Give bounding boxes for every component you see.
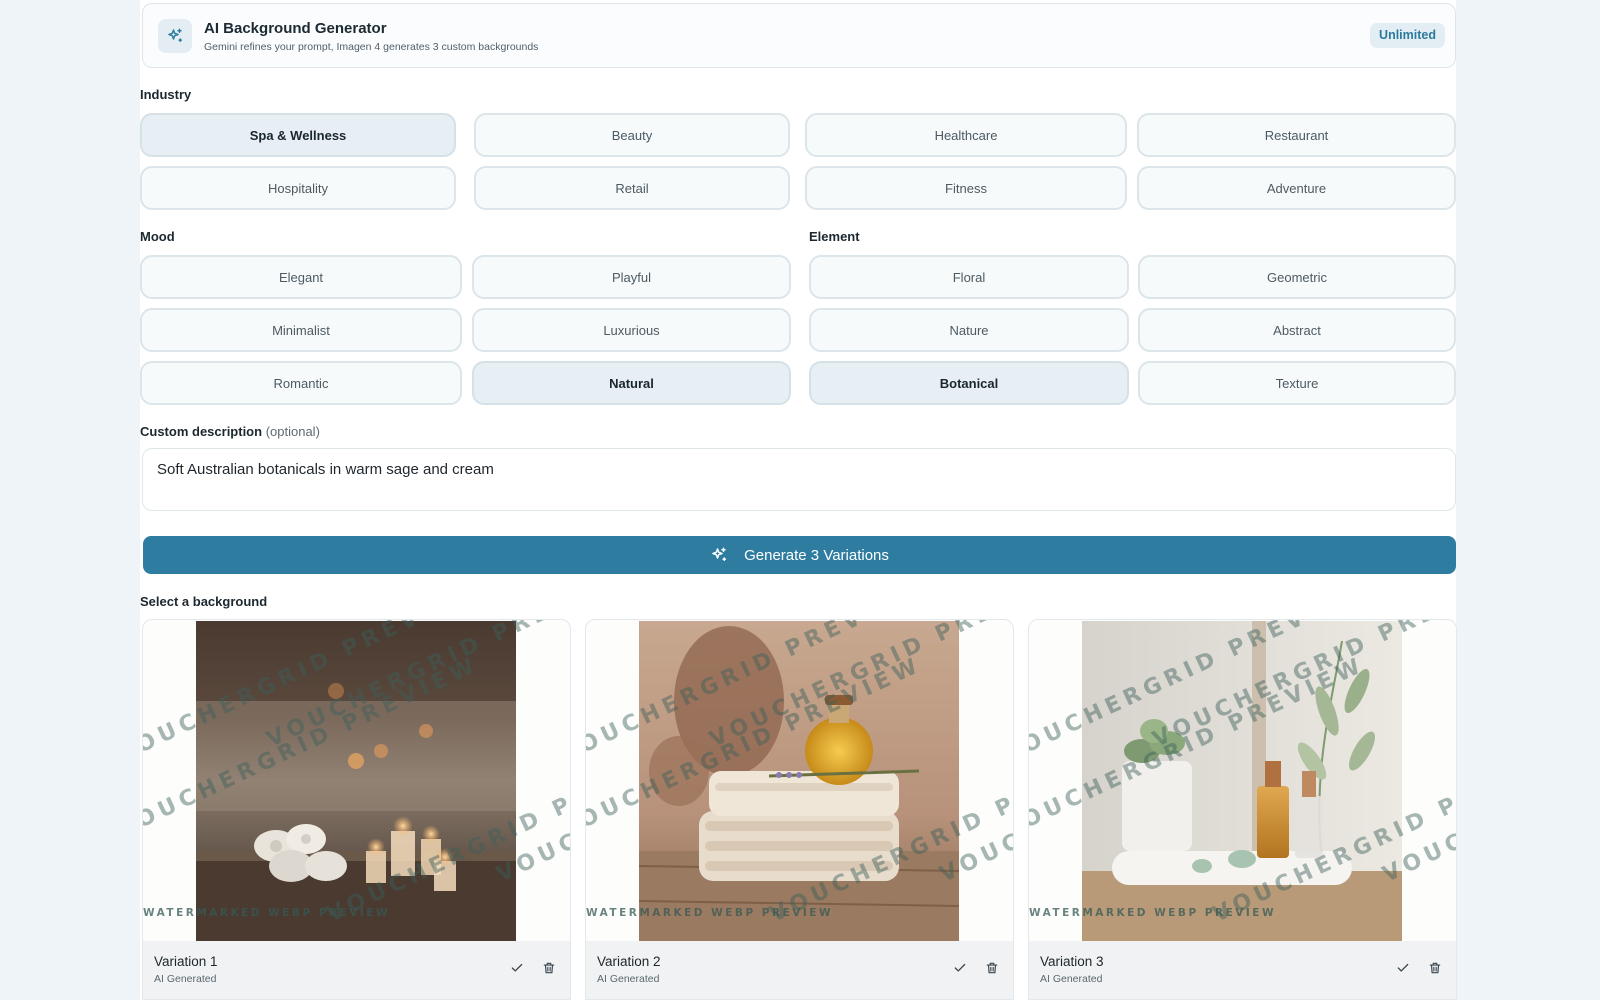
industry-label: Industry — [140, 87, 192, 102]
variation-card[interactable]: VOUCHERGRID PREVIEW VOUCHERGRID PREVIEW … — [585, 619, 1014, 1000]
trash-icon[interactable] — [1426, 959, 1444, 977]
generator-panel: AI Background Generator Gemini refines y… — [140, 0, 1457, 1000]
mood-option-romantic[interactable]: Romantic — [140, 361, 462, 405]
variation-image — [196, 621, 516, 941]
page-title: AI Background Generator — [204, 20, 387, 37]
variation-title: Variation 3 — [1040, 954, 1104, 969]
trash-icon[interactable] — [540, 959, 558, 977]
variation-subtitle: AI Generated — [1040, 973, 1103, 985]
mood-option-natural[interactable]: Natural — [472, 361, 791, 405]
variation-subtitle: AI Generated — [154, 973, 217, 985]
mood-option-luxurious[interactable]: Luxurious — [472, 308, 791, 352]
custom-description-input[interactable]: Soft Australian botanicals in warm sage … — [142, 448, 1456, 511]
element-option-floral[interactable]: Floral — [809, 255, 1129, 299]
element-option-botanical[interactable]: Botanical — [809, 361, 1129, 405]
sparkles-icon — [710, 546, 728, 564]
element-label: Element — [809, 229, 860, 244]
industry-option-spa-wellness[interactable]: Spa & Wellness — [140, 113, 456, 157]
variation-image — [1082, 621, 1402, 941]
custom-description-label: Custom description (optional) — [140, 424, 320, 439]
industry-option-beauty[interactable]: Beauty — [474, 113, 790, 157]
industry-option-healthcare[interactable]: Healthcare — [805, 113, 1127, 157]
variation-footer: Variation 1 AI Generated — [143, 941, 570, 999]
page-subtitle: Gemini refines your prompt, Imagen 4 gen… — [204, 41, 539, 53]
variation-footer: Variation 2 AI Generated — [586, 941, 1013, 999]
trash-icon[interactable] — [983, 959, 1001, 977]
variation-card[interactable]: VOUCHERGRID PREVIEW VOUCHERGRID PREVIEW … — [142, 619, 571, 1000]
mood-option-playful[interactable]: Playful — [472, 255, 791, 299]
mood-option-minimalist[interactable]: Minimalist — [140, 308, 462, 352]
watermark-caption: WATERMARKED WEBP PREVIEW — [143, 907, 391, 919]
variation-footer: Variation 3 AI Generated — [1029, 941, 1456, 999]
industry-option-hospitality[interactable]: Hospitality — [140, 166, 456, 210]
variation-title: Variation 1 — [154, 954, 218, 969]
check-icon[interactable] — [508, 959, 526, 977]
industry-option-adventure[interactable]: Adventure — [1137, 166, 1456, 210]
sparkles-icon — [158, 19, 192, 53]
generator-header: AI Background Generator Gemini refines y… — [142, 3, 1456, 68]
watermark-caption: WATERMARKED WEBP PREVIEW — [586, 907, 834, 919]
variation-title: Variation 2 — [597, 954, 661, 969]
watermark-caption: WATERMARKED WEBP PREVIEW — [1029, 907, 1277, 919]
element-option-nature[interactable]: Nature — [809, 308, 1129, 352]
check-icon[interactable] — [1394, 959, 1412, 977]
industry-option-retail[interactable]: Retail — [474, 166, 790, 210]
variation-subtitle: AI Generated — [597, 973, 660, 985]
element-option-texture[interactable]: Texture — [1138, 361, 1456, 405]
element-option-abstract[interactable]: Abstract — [1138, 308, 1456, 352]
mood-option-elegant[interactable]: Elegant — [140, 255, 462, 299]
mood-label: Mood — [140, 229, 175, 244]
optional-hint: (optional) — [265, 424, 320, 439]
generate-button[interactable]: Generate 3 Variations — [143, 536, 1456, 574]
check-icon[interactable] — [951, 959, 969, 977]
custom-description-label-text: Custom description — [140, 424, 263, 439]
variation-card[interactable]: VOUCHERGRID PREVIEW VOUCHERGRID PREVIEW … — [1028, 619, 1457, 1000]
generate-button-label: Generate 3 Variations — [744, 546, 889, 564]
variation-image — [639, 621, 959, 941]
industry-option-fitness[interactable]: Fitness — [805, 166, 1127, 210]
industry-option-restaurant[interactable]: Restaurant — [1137, 113, 1456, 157]
results-label: Select a background — [140, 594, 268, 609]
plan-badge: Unlimited — [1370, 23, 1445, 48]
element-option-geometric[interactable]: Geometric — [1138, 255, 1456, 299]
